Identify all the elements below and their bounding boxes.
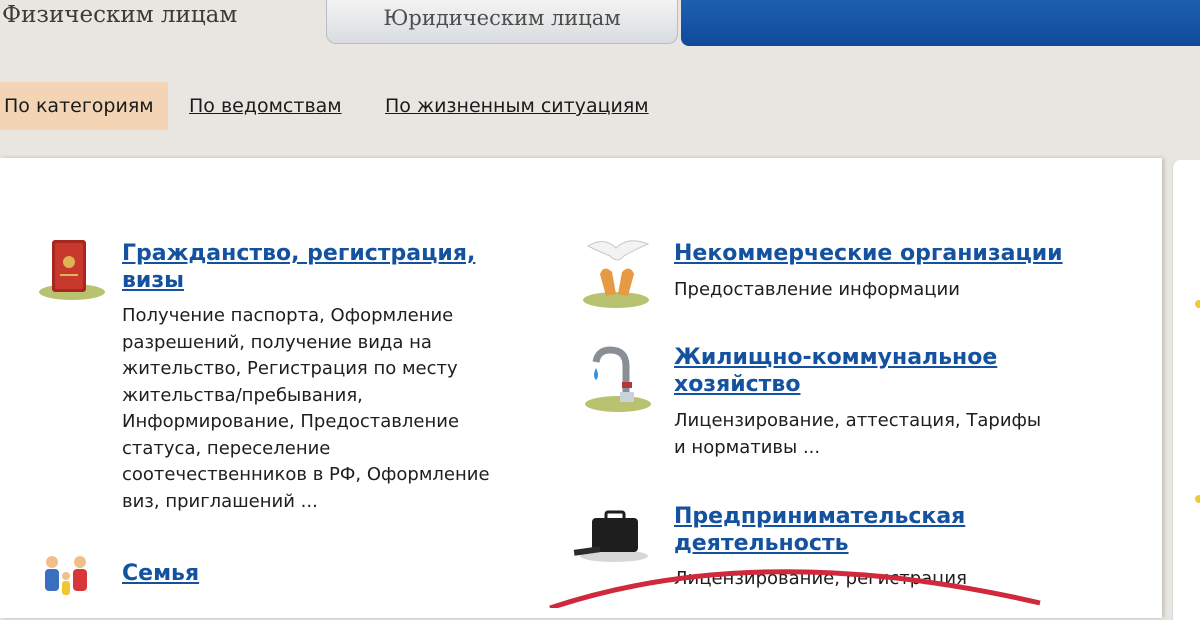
tab-legal-entities[interactable]: Юридическим лицам [326,0,678,44]
top-tab-strip: Физическим лицам Юридическим лицам [0,0,1200,52]
category-title-citizenship[interactable]: Гражданство, регистрация, визы [122,240,475,294]
filter-by-life-situation[interactable]: По жизненным ситуациям [385,82,649,130]
marker-dot [1195,495,1200,503]
filter-by-category[interactable]: По категориям [0,82,168,130]
category-desc-citizenship: Получение паспорта, Оформление разрешени… [122,305,490,512]
faucet-icon [580,342,656,418]
category-desc-housing: Лицензирование, аттестация, Тарифы и нор… [674,410,1042,458]
family-icon [34,554,102,604]
category-title-nonprofit[interactable]: Некоммерческие организации [674,240,1063,267]
filter-by-agency[interactable]: По ведомствам [189,82,342,130]
right-side-panel [1172,160,1200,620]
marker-dot [1195,300,1200,308]
passport-icon [36,236,108,306]
annotation-circle [549,569,1041,608]
tab-individuals[interactable]: Физическим лицам [0,0,300,44]
category-title-family[interactable]: Семья [122,560,199,587]
dove-hands-icon [578,234,656,314]
header-banner [681,0,1200,46]
category-desc-nonprofit: Предоставление информации [674,279,960,300]
category-title-housing[interactable]: Жилищно-коммунальное хозяйство [674,344,997,398]
filter-nav: По категориям По ведомствам По жизненным… [0,82,1200,130]
